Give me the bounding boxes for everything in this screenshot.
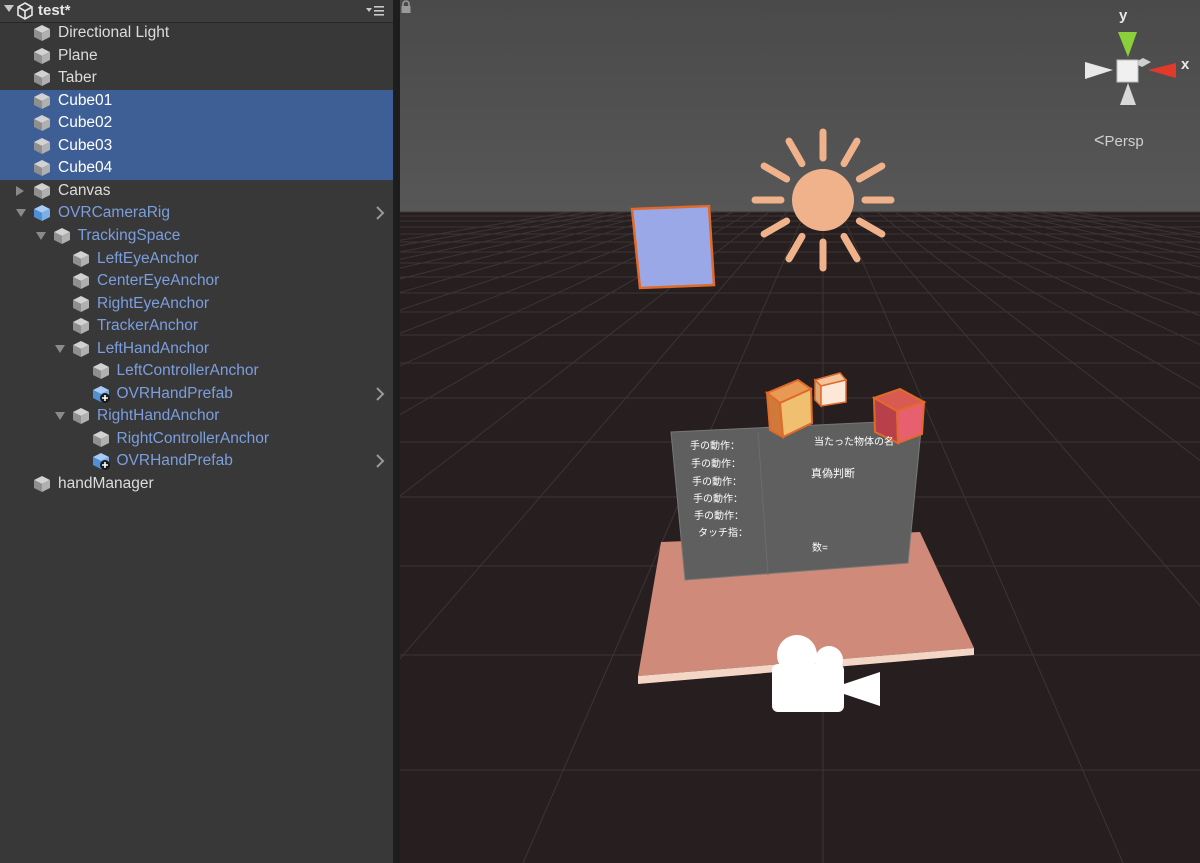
hierarchy-item-label: OVRHandPrefab xyxy=(116,384,233,402)
hierarchy-item[interactable]: Taber xyxy=(0,67,393,90)
unity-logo-icon xyxy=(17,2,33,20)
fold-open-icon[interactable] xyxy=(55,344,65,353)
hierarchy-item-label: Canvas xyxy=(58,181,111,199)
panel-line: 手の動作： xyxy=(694,511,744,522)
gameobject-icon xyxy=(92,430,109,447)
hierarchy-item-label: Taber xyxy=(58,69,97,87)
gameobject-icon xyxy=(73,340,89,357)
hierarchy-item[interactable]: RightEyeAnchor xyxy=(0,293,393,316)
hierarchy-item-label: Directional Light xyxy=(58,24,170,41)
scene-canvas[interactable] xyxy=(400,0,1200,863)
prefab-added-icon xyxy=(92,385,110,403)
gameobject-icon xyxy=(34,160,50,177)
prefab-icon xyxy=(34,205,50,222)
gameobject-icon xyxy=(34,115,50,132)
panel-line: 手の動作： xyxy=(693,494,743,505)
gameobject-icon xyxy=(73,250,89,267)
gameobject-icon xyxy=(73,318,89,335)
hierarchy-item[interactable]: Cube01 xyxy=(0,89,393,113)
gizmo-y-label: y xyxy=(1119,7,1128,24)
hierarchy-item[interactable]: handManager xyxy=(0,473,393,496)
hierarchy-item[interactable]: Plane xyxy=(0,45,393,68)
hierarchy-item-label: CenterEyeAnchor xyxy=(97,272,220,290)
hierarchy-item[interactable]: Cube02 xyxy=(0,112,393,135)
hierarchy-item[interactable]: OVRHandPrefab xyxy=(0,383,393,406)
hierarchy-item[interactable]: TrackingSpace xyxy=(0,225,393,248)
gameobject-icon xyxy=(34,92,50,109)
hierarchy-item-label: OVRHandPrefab xyxy=(116,452,233,470)
chevron-right-icon[interactable] xyxy=(375,387,385,401)
hierarchy-item[interactable]: OVRCameraRig xyxy=(0,202,393,225)
cube-blue[interactable] xyxy=(630,204,716,290)
gameobject-icon xyxy=(34,137,50,154)
panel-line: タッチ指： xyxy=(698,528,748,539)
gameobject-icon xyxy=(73,295,89,312)
chevron-left-icon: < xyxy=(1094,130,1105,150)
hierarchy-item-label: RightHandAnchor xyxy=(97,407,220,425)
fold-open-icon[interactable] xyxy=(16,209,26,218)
gameobject-icon xyxy=(34,25,50,41)
hierarchy-header: test* xyxy=(0,0,393,23)
hierarchy-item[interactable]: Cube03 xyxy=(0,134,393,158)
cube-small[interactable] xyxy=(813,372,848,408)
hierarchy-item[interactable]: Cube04 xyxy=(0,157,393,180)
prefab-added-icon xyxy=(92,453,110,471)
hierarchy-item[interactable]: RightHandAnchor xyxy=(0,405,393,428)
hierarchy-item[interactable]: OVRHandPrefab xyxy=(0,450,393,473)
hierarchy-item[interactable]: TrackerAnchor xyxy=(0,315,393,338)
gameobject-icon xyxy=(92,363,109,380)
projection-toggle[interactable]: <Persp xyxy=(1094,130,1144,151)
hierarchy-item[interactable]: LeftHandAnchor xyxy=(0,338,393,361)
gameobject-icon xyxy=(34,182,50,199)
gizmo-x-label: x xyxy=(1181,56,1190,73)
hierarchy-item[interactable]: CenterEyeAnchor xyxy=(0,270,393,293)
gameobject-icon xyxy=(34,47,50,64)
hierarchy-item-label: LeftControllerAnchor xyxy=(116,362,259,380)
hierarchy-item-label: Plane xyxy=(58,46,98,64)
projection-label: Persp xyxy=(1104,133,1144,150)
count-label: 数= xyxy=(812,543,828,554)
hierarchy-item-label: TrackerAnchor xyxy=(97,317,199,335)
gameobject-icon xyxy=(53,227,70,244)
hierarchy-item-label: Cube03 xyxy=(58,136,113,154)
hierarchy-item-label: Cube02 xyxy=(58,114,113,132)
hierarchy-item[interactable]: Canvas xyxy=(0,180,393,203)
gameobject-icon xyxy=(34,476,50,492)
hierarchy-item-label: Cube01 xyxy=(58,91,113,109)
gameobject-icon xyxy=(34,70,50,87)
fold-open-icon[interactable] xyxy=(35,231,46,240)
gameobject-icon xyxy=(73,408,89,425)
hit-object-label: 当たった物体の名 xyxy=(814,437,894,448)
hierarchy-item[interactable]: RightControllerAnchor xyxy=(0,428,393,451)
hierarchy-item[interactable]: Directional Light xyxy=(0,22,393,45)
fold-open-icon[interactable] xyxy=(55,412,65,421)
chevron-right-icon[interactable] xyxy=(375,206,385,221)
panel-line: 手の動作： xyxy=(692,477,742,488)
hierarchy-item-label: LeftHandAnchor xyxy=(97,339,210,357)
hierarchy-item-label: RightEyeAnchor xyxy=(97,294,210,312)
gameobject-icon xyxy=(73,273,89,290)
hierarchy-item-label: TrackingSpace xyxy=(77,226,181,244)
hierarchy-item-label: Cube04 xyxy=(58,159,113,177)
hierarchy-panel: test* Directional Light Plane Taber Cube01 C… xyxy=(0,0,394,863)
hierarchy-item-label: LeftEyeAnchor xyxy=(97,249,199,267)
hierarchy-item-label: RightControllerAnchor xyxy=(116,429,270,447)
hierarchy-item-label: handManager xyxy=(58,475,154,492)
hierarchy-item[interactable]: LeftEyeAnchor xyxy=(0,248,393,271)
hierarchy-item[interactable]: LeftControllerAnchor xyxy=(0,360,393,383)
chevron-right-icon[interactable] xyxy=(375,454,385,469)
scene-view[interactable]: y x <Persp 手の動作： 手の動作： 手の動作： 手の動作： 手の動作： タッチ指… xyxy=(400,0,1200,863)
menu-icon[interactable] xyxy=(365,4,385,18)
scene-name: test* xyxy=(38,2,71,19)
hierarchy-item-label: OVRCameraRig xyxy=(58,204,170,222)
panel-line: 手の動作： xyxy=(690,441,740,452)
fold-closed-icon[interactable] xyxy=(16,185,24,196)
panel-line: 手の動作： xyxy=(691,459,741,470)
judge-label: 真偽判断 xyxy=(811,468,855,480)
lock-icon[interactable] xyxy=(400,0,412,14)
collapse-scene-icon[interactable] xyxy=(4,5,14,12)
